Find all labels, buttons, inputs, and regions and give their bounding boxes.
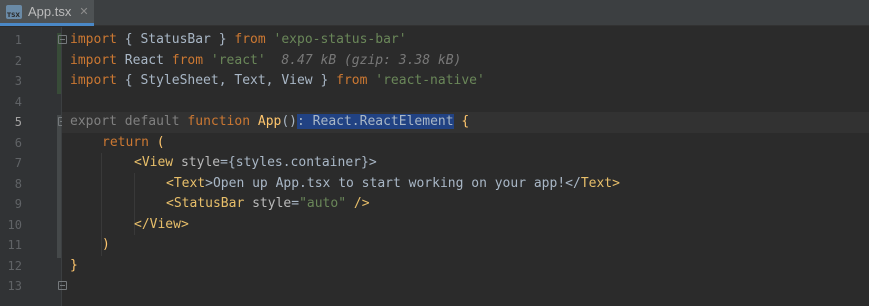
code-line-5: export default function App(): React.Rea… [70,114,470,129]
line-number: 11 [7,238,22,252]
code-line-6: return ( [102,134,165,150]
line-number: 6 [14,135,22,150]
code-line-10: </View> [134,216,189,232]
code-line-12: } [70,257,78,273]
line-number-gutter: 1 2 3 4 5 6 7 8 9 10 11 12 13 [0,27,67,306]
vcs-change-marker[interactable] [57,115,61,258]
tab-app-tsx[interactable]: App.tsx ✕ [0,0,94,26]
code-area[interactable]: import { StatusBar } from 'expo-status-b… [62,27,869,306]
close-icon[interactable]: ✕ [79,5,88,18]
line-number: 7 [14,156,22,170]
import-size-hint: 8.47 kB (gzip: 3.38 kB) [265,52,462,68]
tsx-file-icon [6,4,22,19]
code-line-7: <View style={styles.container}> [134,155,377,170]
line-number: 2 [14,53,22,68]
line-number: 12 [7,258,22,273]
text-selection: : React.ReactElement [297,114,454,129]
line-number: 5 [14,115,22,129]
line-number: 8 [14,176,22,191]
code-line-9: <StatusBar style="auto" /> [166,196,370,211]
code-line-11: ) [102,237,110,252]
tab-label: App.tsx [28,4,72,19]
code-line-3: import { StyleSheet, Text, View } from '… [70,73,485,88]
editor-tab-bar: App.tsx ✕ [0,0,869,26]
line-number: 9 [14,197,22,211]
line-number: 4 [14,94,22,109]
line-number: 3 [14,74,22,88]
code-line-2: import React from 'react' 8.47 kB (gzip:… [70,52,462,68]
line-number: 13 [7,279,22,293]
code-line-8: <Text>Open up App.tsx to start working o… [166,175,620,191]
line-number: 1 [14,33,22,47]
code-line-1: import { StatusBar } from 'expo-status-b… [70,32,407,47]
line-number: 10 [7,217,22,232]
code-editor[interactable]: 1 2 3 4 5 6 7 8 9 10 11 12 13 import { S… [0,27,869,306]
